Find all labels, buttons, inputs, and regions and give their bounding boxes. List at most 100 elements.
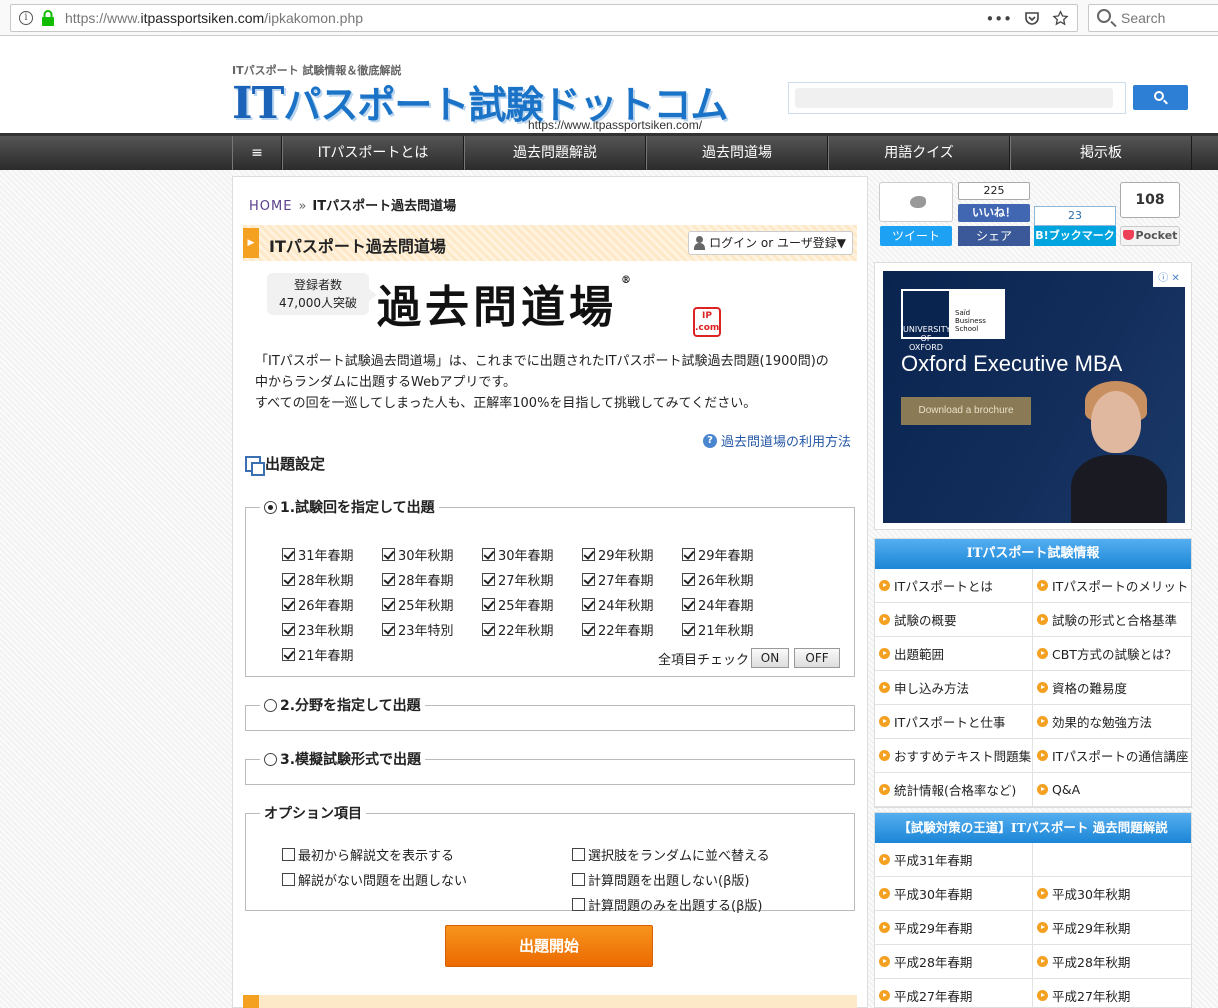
tweet-button[interactable]: ツイート bbox=[880, 226, 952, 246]
info-link[interactable]: CBT方式の試験とは？ bbox=[1033, 637, 1191, 671]
past-exam-link[interactable]: 平成28年春期 bbox=[875, 945, 1033, 979]
past-exam-link[interactable]: 平成30年秋期 bbox=[1033, 877, 1191, 911]
info-link[interactable]: 試験の概要 bbox=[875, 603, 1033, 637]
info-link[interactable]: 資格の難易度 bbox=[1033, 671, 1191, 705]
pocket-button[interactable]: Pocket bbox=[1120, 226, 1180, 246]
period-checkbox[interactable]: 31年春期 bbox=[282, 545, 382, 564]
checkbox[interactable] bbox=[482, 623, 495, 636]
period-checkbox[interactable]: 25年春期 bbox=[482, 595, 582, 614]
past-exam-link[interactable]: 平成27年秋期 bbox=[1033, 979, 1191, 1007]
period-checkbox[interactable]: 29年秋期 bbox=[582, 545, 682, 564]
option-skip-no-explanation[interactable]: 解説がない問題を出題しない bbox=[282, 870, 572, 889]
info-link[interactable]: 出題範囲 bbox=[875, 637, 1033, 671]
past-exam-link[interactable]: 平成29年春期 bbox=[875, 911, 1033, 945]
checkbox[interactable] bbox=[382, 573, 395, 586]
info-icon[interactable]: i bbox=[19, 11, 33, 25]
option-calc-only[interactable]: 計算問題のみを出題する(β版) bbox=[572, 895, 832, 914]
facebook-like-button[interactable]: いいね！ bbox=[958, 204, 1030, 222]
site-search-input[interactable] bbox=[788, 82, 1126, 114]
info-link[interactable]: おすすめテキスト問題集 bbox=[875, 739, 1033, 773]
checkbox[interactable] bbox=[382, 598, 395, 611]
period-checkbox[interactable]: 26年春期 bbox=[282, 595, 382, 614]
option-shuffle-choices[interactable]: 選択肢をランダムに並べ替える bbox=[572, 845, 832, 864]
checkbox[interactable] bbox=[682, 623, 695, 636]
checkbox[interactable] bbox=[282, 848, 295, 861]
checkbox[interactable] bbox=[572, 848, 585, 861]
info-link[interactable]: 申し込み方法 bbox=[875, 671, 1033, 705]
site-search-button[interactable] bbox=[1133, 85, 1188, 110]
checkbox[interactable] bbox=[682, 573, 695, 586]
login-button[interactable]: ログイン or ユーザ登録▼ bbox=[688, 231, 853, 255]
ad-download-button[interactable]: Download a brochure bbox=[901, 397, 1031, 425]
period-checkbox[interactable]: 21年秋期 bbox=[682, 620, 782, 639]
checkbox[interactable] bbox=[682, 598, 695, 611]
mode-by-exam-radio[interactable] bbox=[264, 500, 277, 514]
mode-by-field-option[interactable]: 2.分野を指定して出題 bbox=[260, 695, 425, 715]
checkbox[interactable] bbox=[382, 623, 395, 636]
period-checkbox[interactable]: 22年秋期 bbox=[482, 620, 582, 639]
info-link[interactable]: ITパスポートとは bbox=[875, 569, 1033, 603]
past-exam-link[interactable]: 平成30年春期 bbox=[875, 877, 1033, 911]
past-exam-link[interactable]: 平成28年秋期 bbox=[1033, 945, 1191, 979]
hatena-bookmark-button[interactable]: B!ブックマーク bbox=[1034, 226, 1116, 246]
period-checkbox[interactable]: 26年秋期 bbox=[682, 570, 782, 589]
checkbox[interactable] bbox=[582, 623, 595, 636]
option-exclude-calc[interactable]: 計算問題を出題しない(β版) bbox=[572, 870, 832, 889]
checkbox[interactable] bbox=[582, 573, 595, 586]
period-checkbox[interactable]: 30年秋期 bbox=[382, 545, 482, 564]
nav-item-explanations[interactable]: 過去問題解説 bbox=[464, 136, 646, 170]
adchoices-icon[interactable]: ⓘ ✕ bbox=[1153, 271, 1185, 287]
checkbox[interactable] bbox=[482, 573, 495, 586]
nav-menu-icon[interactable]: ≡ bbox=[232, 136, 282, 170]
info-link[interactable]: ITパスポートと仕事 bbox=[875, 705, 1033, 739]
option-show-explanation[interactable]: 最初から解説文を表示する bbox=[282, 845, 572, 864]
checkbox[interactable] bbox=[482, 548, 495, 561]
period-checkbox[interactable]: 23年秋期 bbox=[282, 620, 382, 639]
past-exam-link[interactable]: 平成27年春期 bbox=[875, 979, 1033, 1007]
checkbox[interactable] bbox=[482, 598, 495, 611]
facebook-share-button[interactable]: シェア bbox=[958, 226, 1030, 246]
info-link[interactable]: 統計情報(合格率など) bbox=[875, 773, 1033, 807]
checkbox[interactable] bbox=[572, 898, 585, 911]
address-bar[interactable]: i https://www.itpassportsiken.com/ipkako… bbox=[10, 4, 1078, 32]
checkbox[interactable] bbox=[282, 648, 295, 661]
period-checkbox[interactable]: 24年秋期 bbox=[582, 595, 682, 614]
checkbox[interactable] bbox=[282, 573, 295, 586]
mode-mock-exam-radio[interactable] bbox=[264, 752, 277, 766]
period-checkbox[interactable]: 25年秋期 bbox=[382, 595, 482, 614]
period-checkbox[interactable]: 28年秋期 bbox=[282, 570, 382, 589]
info-link[interactable]: 効果的な勉強方法 bbox=[1033, 705, 1191, 739]
info-link[interactable]: ITパスポートのメリット bbox=[1033, 569, 1191, 603]
check-all-on-button[interactable]: ON bbox=[751, 648, 789, 668]
checkbox[interactable] bbox=[582, 548, 595, 561]
checkbox[interactable] bbox=[682, 548, 695, 561]
mode-by-exam-option[interactable]: 1.試験回を指定して出題 bbox=[260, 497, 439, 517]
checkbox[interactable] bbox=[582, 598, 595, 611]
mode-mock-exam-option[interactable]: 3.模擬試験形式で出題 bbox=[260, 749, 425, 769]
past-exam-link[interactable]: 平成29年秋期 bbox=[1033, 911, 1191, 945]
browser-search-box[interactable]: Search bbox=[1088, 4, 1218, 32]
nav-item-quiz[interactable]: 用語クイズ bbox=[828, 136, 1010, 170]
checkbox[interactable] bbox=[382, 548, 395, 561]
mode-by-field-radio[interactable] bbox=[264, 698, 277, 712]
info-link[interactable]: Q&A bbox=[1033, 773, 1191, 807]
checkbox[interactable] bbox=[282, 548, 295, 561]
period-checkbox[interactable]: 27年秋期 bbox=[482, 570, 582, 589]
nav-item-forum[interactable]: 掲示板 bbox=[1010, 136, 1192, 170]
checkbox[interactable] bbox=[282, 623, 295, 636]
start-quiz-button[interactable]: 出題開始 bbox=[445, 925, 653, 967]
check-all-off-button[interactable]: OFF bbox=[794, 648, 840, 668]
page-actions-icon[interactable]: ••• bbox=[985, 10, 1012, 28]
period-checkbox[interactable]: 30年春期 bbox=[482, 545, 582, 564]
nav-item-dojo[interactable]: 過去問道場 bbox=[646, 136, 828, 170]
period-checkbox[interactable]: 27年春期 bbox=[582, 570, 682, 589]
nav-item-about[interactable]: ITパスポートとは bbox=[282, 136, 464, 170]
period-checkbox[interactable]: 21年春期 bbox=[282, 645, 382, 664]
period-checkbox[interactable]: 28年春期 bbox=[382, 570, 482, 589]
info-link[interactable]: ITパスポートの通信講座 bbox=[1033, 739, 1191, 773]
checkbox[interactable] bbox=[572, 873, 585, 886]
period-checkbox[interactable]: 22年春期 bbox=[582, 620, 682, 639]
bookmark-star-icon[interactable] bbox=[1052, 10, 1069, 27]
period-checkbox[interactable]: 29年春期 bbox=[682, 545, 782, 564]
period-checkbox[interactable]: 23年特別 bbox=[382, 620, 482, 639]
